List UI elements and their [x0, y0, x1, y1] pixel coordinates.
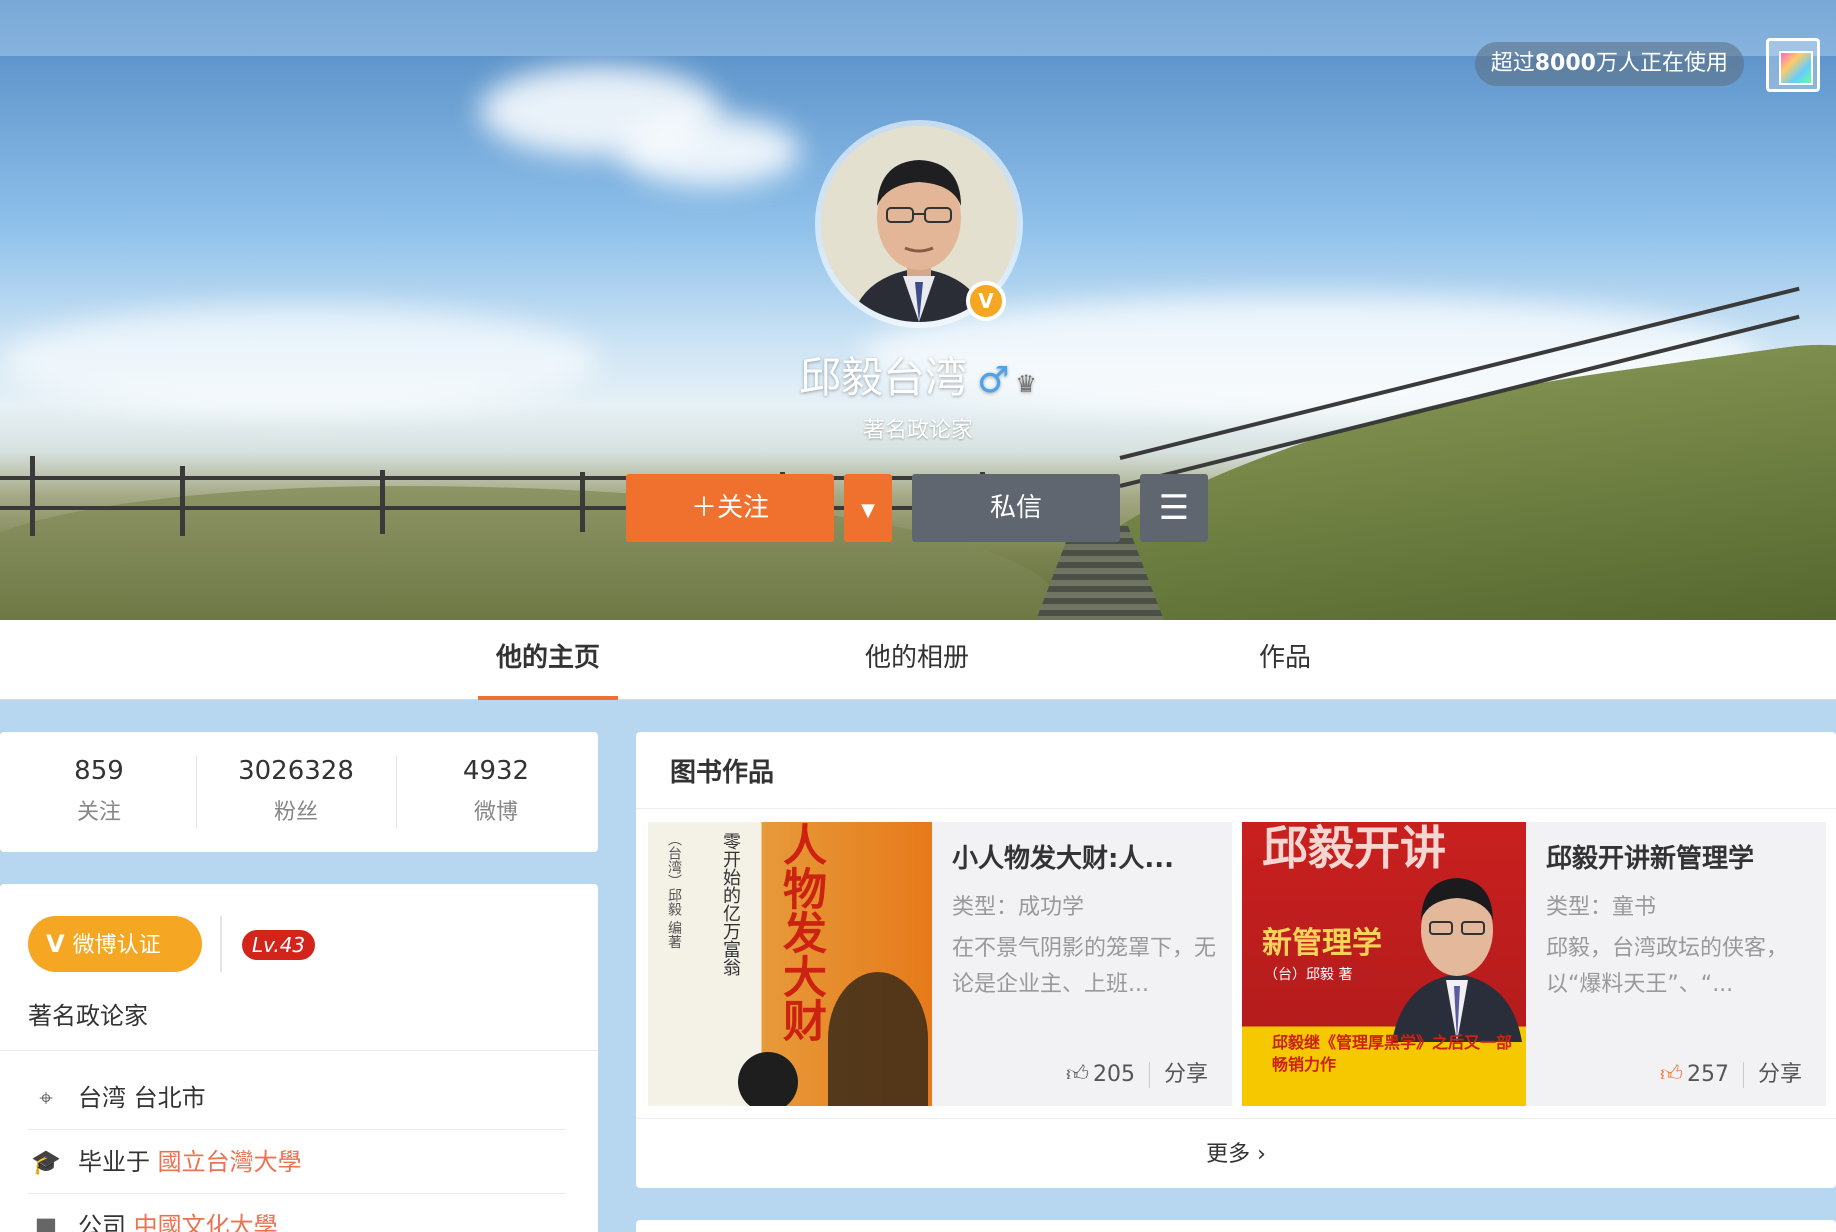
profile-tabs: 他的主页 他的相册 作品: [0, 620, 1836, 700]
stat-following[interactable]: 859 关注: [0, 756, 198, 826]
level-badge[interactable]: Lv.43: [242, 930, 316, 960]
stat-posts-count: 4932: [462, 756, 530, 786]
share-button[interactable]: 分享: [1758, 1062, 1802, 1087]
more-menu-button[interactable]: ☰: [1140, 474, 1208, 542]
book-title[interactable]: 邱毅开讲新管理学: [1546, 838, 1816, 875]
book-title[interactable]: 小人物发大财:人...: [952, 838, 1222, 875]
book-type: 类型：成功学: [952, 895, 1085, 920]
stat-fans-label: 粉丝: [273, 800, 318, 825]
stat-posts-label: 微博: [473, 800, 518, 825]
like-count[interactable]: 257: [1687, 1062, 1729, 1087]
follow-dropdown-button[interactable]: ▼: [844, 474, 892, 542]
v-icon: V: [46, 930, 65, 958]
tab-album[interactable]: 他的相册: [847, 620, 987, 700]
graduation-cap-icon: 🎓: [31, 1148, 61, 1176]
profile-subtitle: 著名政论家: [862, 418, 973, 443]
books-section-title: 图书作品: [670, 758, 775, 788]
tab-works[interactable]: 作品: [1240, 620, 1330, 700]
more-divider: [636, 1118, 1836, 1119]
stats-card: 859 关注 3026328 粉丝 4932 微博: [0, 732, 598, 852]
info-location: ⌖ 台湾 台北市: [28, 1066, 566, 1130]
books-card: 图书作品 （台湾）邱毅 编著 零开始的亿万富翁 人物发大财 小人物发大财:人..…: [636, 732, 1836, 1188]
follow-button[interactable]: ＋关注: [626, 474, 834, 542]
book-actions: 👍︎ 205 分享: [1066, 1056, 1208, 1088]
profile-name: 邱毅台湾 ♂ ♛: [799, 353, 1037, 402]
info-company: ■ 公司 中國文化大學: [28, 1194, 566, 1232]
info-divider: [0, 1050, 598, 1051]
male-icon: ♂: [977, 360, 1010, 401]
book-item[interactable]: 邱毅开讲 新管理学 （台）邱毅 著 邱毅继《管理厚黑学》之后又一部畅销力作 邱毅…: [1242, 822, 1826, 1106]
info-education: 🎓 毕业于 國立台灣大學: [28, 1130, 566, 1194]
next-card: [636, 1220, 1836, 1232]
crown-icon[interactable]: ♛: [1015, 370, 1037, 398]
qr-code-icon[interactable]: [1766, 38, 1820, 92]
more-books-link[interactable]: 更多 ›: [636, 1136, 1836, 1168]
weibo-cert-badge[interactable]: V 微博认证: [28, 916, 202, 972]
thumbs-up-icon[interactable]: 👍︎: [1660, 1062, 1683, 1087]
tab-home[interactable]: 他的主页: [478, 620, 618, 700]
education-link[interactable]: 國立台灣大學: [158, 1148, 302, 1176]
message-button[interactable]: 私信: [912, 474, 1120, 542]
company-link[interactable]: 中國文化大學: [134, 1212, 278, 1232]
location-pin-icon: ⌖: [39, 1084, 53, 1112]
book-cover[interactable]: （台湾）邱毅 编著 零开始的亿万富翁 人物发大财: [648, 822, 932, 1106]
verified-description: 著名政论家: [28, 1002, 148, 1030]
stat-fans-count: 3026328: [238, 756, 354, 786]
share-button[interactable]: 分享: [1164, 1062, 1208, 1087]
hamburger-icon: ☰: [1158, 488, 1190, 528]
book-cover[interactable]: 邱毅开讲 新管理学 （台）邱毅 著 邱毅继《管理厚黑学》之后又一部畅销力作: [1242, 822, 1526, 1106]
book-type: 类型：童书: [1546, 895, 1657, 920]
chevron-right-icon: ›: [1257, 1142, 1266, 1167]
stat-following-label: 关注: [76, 800, 121, 825]
cert-divider: [220, 916, 222, 972]
books-divider: [636, 808, 1836, 809]
book-description: 在不景气阴影的笼罩下，无论是企业主、上班...: [952, 936, 1217, 997]
user-count-banner[interactable]: 超过8000万人正在使用: [1474, 42, 1744, 86]
stat-fans[interactable]: 3026328 粉丝: [197, 756, 395, 826]
thumbs-up-icon[interactable]: 👍︎: [1066, 1062, 1089, 1087]
book-item[interactable]: （台湾）邱毅 编著 零开始的亿万富翁 人物发大财 小人物发大财:人... 类型：…: [648, 822, 1232, 1106]
profile-info-card: V 微博认证 Lv.43 著名政论家 ⌖ 台湾 台北市 🎓 毕业于 國立台灣大學 ■ 公…: [0, 884, 598, 1232]
like-count[interactable]: 205: [1093, 1062, 1135, 1087]
verified-badge-icon: V: [966, 281, 1006, 321]
stat-posts[interactable]: 4932 微博: [397, 756, 595, 826]
chevron-down-icon: ▼: [861, 500, 875, 521]
briefcase-icon: ■: [34, 1212, 58, 1232]
stat-following-count: 859: [74, 756, 124, 786]
book-actions: 👍︎ 257 分享: [1660, 1056, 1802, 1088]
plus-icon: ＋: [690, 493, 717, 523]
book-description: 邱毅，台湾政坛的侠客，以“爆料天王”、“...: [1546, 936, 1789, 997]
